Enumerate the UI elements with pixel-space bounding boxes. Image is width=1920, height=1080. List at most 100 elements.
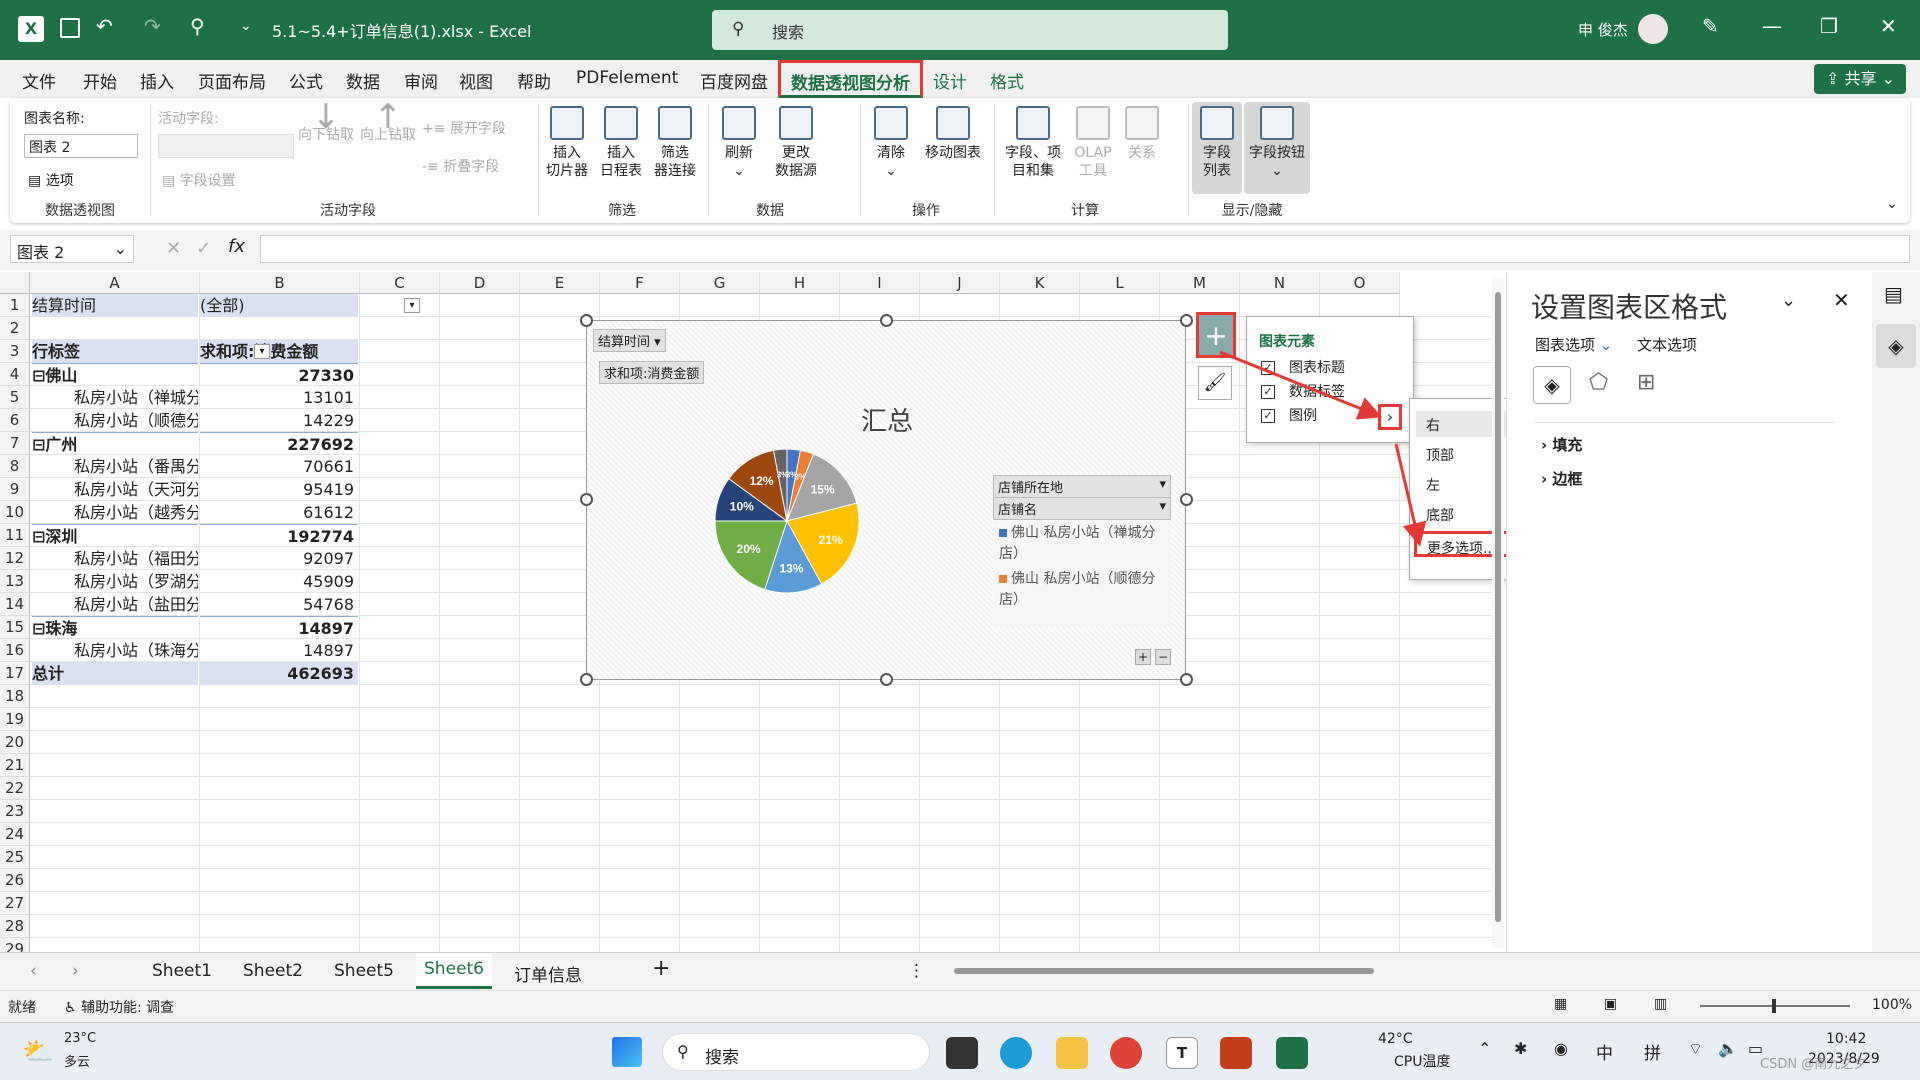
column-header[interactable]: N [1240, 272, 1320, 294]
value-field-button[interactable]: 求和项:消费金额 [599, 361, 705, 384]
pie-data-label[interactable]: 15% [811, 483, 835, 497]
chart-name-field[interactable]: 图表 2 [24, 134, 138, 158]
clear-button[interactable]: 清除 ⌄ [866, 106, 916, 180]
share-button[interactable]: ⇪ 共享 ⌄ [1814, 64, 1906, 94]
menu-pivotchart-analyze[interactable]: 数据透视图分析 [778, 60, 923, 98]
pivot-row-label[interactable]: 总计 [32, 662, 198, 685]
pivot-row-label[interactable]: 私房小站（顺德分店） [32, 409, 198, 432]
chart-title[interactable]: 汇总 [587, 401, 1187, 438]
lookup-icon[interactable]: ⚲ [190, 14, 205, 38]
menu-help[interactable]: 帮助 [517, 68, 551, 93]
weather-icon[interactable]: ⛅ [22, 1037, 54, 1067]
resize-handle[interactable] [1180, 673, 1193, 686]
relationships-button[interactable]: 关系 [1120, 106, 1164, 162]
row-header[interactable]: 27 [0, 892, 30, 915]
row-header[interactable]: 25 [0, 846, 30, 869]
pivot-row-label[interactable]: 私房小站（天河分店） [32, 478, 198, 501]
column-header[interactable]: G [680, 272, 760, 294]
file-explorer-icon[interactable] [1056, 1037, 1088, 1069]
pivot-row-label[interactable] [32, 317, 198, 340]
pivot-value[interactable]: 95419 [200, 478, 358, 501]
pie-data-label[interactable]: 10% [730, 499, 754, 513]
accessibility-status[interactable]: ♿ 辅助功能: 调查 [64, 997, 174, 1017]
zoom-slider[interactable] [1700, 999, 1850, 1013]
row-header[interactable]: 29 [0, 938, 30, 952]
vertical-scrollbar[interactable] [1492, 278, 1504, 948]
close-button[interactable]: ✕ [1880, 14, 1897, 38]
sheet-tab[interactable]: 订单信息 [514, 961, 582, 986]
row-header[interactable]: 19 [0, 708, 30, 731]
ribbon-collapse-icon[interactable]: ⌄ [1886, 196, 1898, 212]
next-sheet-icon[interactable]: › [72, 961, 79, 981]
task-view-icon[interactable] [946, 1037, 978, 1069]
pivot-row-label[interactable]: ⊟珠海 [32, 616, 198, 639]
menu-format[interactable]: 格式 [990, 68, 1024, 93]
horizontal-scrollbar[interactable] [938, 963, 1488, 979]
ime-mode[interactable]: 中 [1596, 1039, 1613, 1064]
column-header[interactable]: E [520, 272, 600, 294]
formula-input[interactable] [260, 235, 1910, 263]
taskbar-search[interactable]: ⚲ 搜索 [662, 1033, 930, 1071]
typora-icon[interactable]: T [1166, 1037, 1198, 1069]
row-header[interactable]: 23 [0, 800, 30, 823]
expand-button[interactable]: + [1135, 649, 1151, 665]
column-header[interactable]: H [760, 272, 840, 294]
pivot-row-label[interactable]: 私房小站（罗湖分店） [32, 570, 198, 593]
pie-data-label[interactable]: 12% [750, 474, 774, 488]
column-header[interactable]: C [360, 272, 440, 294]
filter-dropdown-icon[interactable]: ▾ [404, 298, 420, 313]
border-section[interactable]: › 边框 [1541, 468, 1582, 489]
row-header[interactable]: 12 [0, 547, 30, 570]
row-header[interactable]: 20 [0, 731, 30, 754]
menu-home[interactable]: 开始 [83, 68, 117, 93]
pivot-row-label[interactable]: ⊟广州 [32, 432, 198, 455]
pivot-value[interactable]: 27330 [200, 363, 358, 386]
row-header[interactable]: 4 [0, 363, 30, 386]
side-format-icon[interactable]: ◈ [1876, 324, 1916, 368]
pie-data-label[interactable]: 13% [779, 561, 803, 575]
insert-slicer-button[interactable]: 插入 切片器 [542, 106, 592, 180]
edge-icon[interactable] [1000, 1037, 1032, 1069]
chart-legend[interactable]: 佛山 私房小站（禅城分店） 佛山 私房小站（顺德分店） [993, 521, 1171, 627]
menu-review[interactable]: 审阅 [404, 68, 438, 93]
cancel-entry-icon[interactable]: ✕ [166, 238, 181, 259]
menu-baidu[interactable]: 百度网盘 [700, 68, 768, 93]
menu-view[interactable]: 视图 [459, 68, 493, 93]
minimize-button[interactable]: — [1762, 14, 1782, 38]
excel-taskbar-icon[interactable] [1276, 1037, 1308, 1069]
pivot-value[interactable]: 13101 [200, 386, 358, 409]
pivot-chart[interactable]: 结算时间 ▾ 求和项:消费金额 汇总 3% 3% 15% 21% 13% 20% 10% 12… [586, 320, 1186, 680]
chrome-icon[interactable] [1110, 1037, 1142, 1069]
tab-text-options[interactable]: 文本选项 [1637, 334, 1697, 355]
column-header[interactable]: L [1080, 272, 1160, 294]
fill-line-icon[interactable]: ◈ [1533, 366, 1571, 404]
column-header[interactable]: O [1320, 272, 1400, 294]
zoom-level[interactable]: 100% [1872, 997, 1912, 1013]
pivot-value[interactable]: 462693 [200, 662, 358, 685]
pivot-row-label[interactable]: 私房小站（番禺分店） [32, 455, 198, 478]
field-buttons-button[interactable]: 字段按钮 ⌄ [1244, 102, 1310, 194]
column-header[interactable]: D [440, 272, 520, 294]
pivot-row-label[interactable]: 私房小站（越秀分店） [32, 501, 198, 524]
volume-icon[interactable]: 🔈 [1718, 1039, 1738, 1058]
row-header[interactable]: 2 [0, 317, 30, 340]
pie-data-label[interactable]: 20% [737, 542, 761, 556]
prev-sheet-icon[interactable]: ‹ [30, 961, 37, 981]
fill-section[interactable]: › 填充 [1541, 434, 1582, 455]
restore-button[interactable]: ❐ [1820, 14, 1838, 38]
legend-field-button-store[interactable]: 店铺名 ▾ [993, 497, 1171, 520]
resize-handle[interactable] [1180, 493, 1193, 506]
filter-dropdown-icon[interactable]: ▾ [254, 344, 270, 359]
column-header[interactable]: M [1160, 272, 1240, 294]
row-header[interactable]: 18 [0, 685, 30, 708]
column-header[interactable]: B [200, 272, 360, 294]
pivot-row-label[interactable]: 行标签 [32, 340, 198, 363]
row-header[interactable]: 10 [0, 501, 30, 524]
row-header[interactable]: 17 [0, 662, 30, 685]
menu-file[interactable]: 文件 [22, 68, 56, 93]
row-header[interactable]: 26 [0, 869, 30, 892]
tab-chart-options[interactable]: 图表选项 ⌄ [1535, 334, 1612, 355]
pivot-value[interactable]: 54768 [200, 593, 358, 616]
row-header[interactable]: 11 [0, 524, 30, 547]
pivot-value[interactable]: 61612 [200, 501, 358, 524]
